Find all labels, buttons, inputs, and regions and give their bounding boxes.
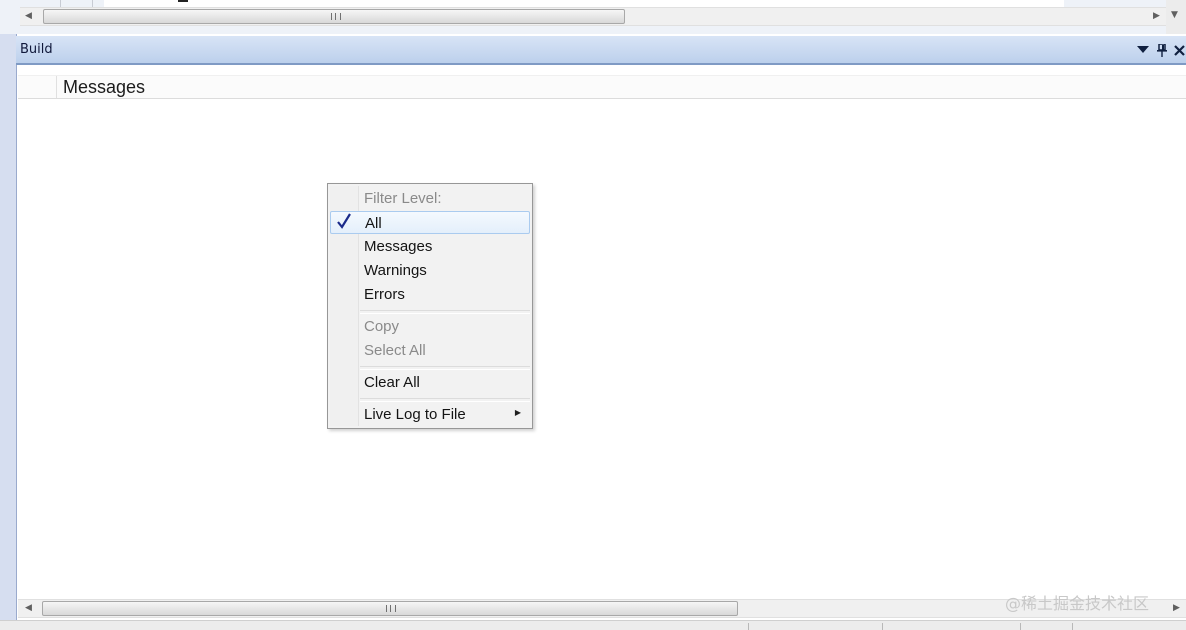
status-divider (1020, 623, 1021, 630)
menu-item-label: Clear All (364, 374, 420, 391)
chevron-down-icon[interactable] (1135, 42, 1151, 58)
status-divider (748, 623, 749, 630)
menu-item-label: Warnings (364, 262, 427, 279)
scroll-left-arrow-icon[interactable]: ◀ (20, 8, 37, 25)
menu-item-label: Select All (364, 342, 426, 359)
menu-item-select-all[interactable]: Select All (330, 339, 530, 362)
menu-item-label: Messages (364, 238, 433, 255)
status-divider (882, 623, 883, 630)
grip-icon (386, 605, 396, 612)
grip-icon (331, 13, 341, 20)
menu-item-label: Live Log to File (364, 406, 466, 423)
panel-title: Build (20, 42, 53, 57)
menu-separator (360, 310, 530, 314)
status-divider (1072, 623, 1073, 630)
menu-item-label: All (365, 215, 382, 232)
left-dock-frame (0, 34, 17, 630)
submenu-arrow-icon: ▶ (514, 408, 521, 417)
build-panel-header[interactable]: Build (16, 36, 1186, 65)
menu-item-warnings[interactable]: Warnings (330, 259, 530, 282)
status-bar (0, 620, 1186, 630)
editor-region: ◀ ▶ ▼ (0, 0, 1186, 34)
context-menu: Filter Level: All Messages Warnings Erro… (327, 183, 533, 429)
scroll-right-arrow-icon[interactable]: ▶ (1168, 600, 1185, 617)
scroll-right-arrow-icon[interactable]: ▶ (1148, 8, 1165, 25)
close-icon[interactable] (1171, 42, 1186, 58)
menu-item-clear-all[interactable]: Clear All (330, 371, 530, 394)
scroll-left-arrow-icon[interactable]: ◀ (20, 600, 37, 617)
text-cursor (178, 0, 188, 2)
build-output-area[interactable]: Messages (18, 67, 1186, 597)
menu-header-label: Filter Level: (364, 190, 442, 207)
checkmark-icon (337, 213, 353, 233)
menu-item-copy[interactable]: Copy (330, 315, 530, 338)
menu-item-messages[interactable]: Messages (330, 235, 530, 258)
scroll-thumb[interactable] (42, 601, 738, 616)
menu-item-errors[interactable]: Errors (330, 283, 530, 306)
messages-column-header[interactable]: Messages (18, 75, 1186, 99)
editor-horizontal-scrollbar[interactable]: ◀ ▶ (20, 7, 1166, 26)
column-header-label: Messages (63, 77, 146, 97)
menu-item-all[interactable]: All (330, 211, 530, 234)
watermark: @稀土掘金技术社区 (1005, 594, 1150, 613)
menu-item-label: Copy (364, 318, 400, 335)
menu-item-label: Errors (364, 286, 405, 303)
menu-item-live-log-to-file[interactable]: Live Log to File ▶ (330, 403, 530, 426)
pin-icon[interactable] (1154, 42, 1170, 58)
editor-vertical-scrollbar[interactable]: ▼ (1166, 0, 1186, 34)
scroll-thumb[interactable] (43, 9, 625, 24)
menu-separator (360, 398, 530, 402)
ide-window: ◀ ▶ ▼ Build Messages Filter Level: All M… (0, 0, 1186, 630)
column-divider (56, 76, 57, 98)
menu-header-filter-level: Filter Level: (330, 187, 530, 210)
scroll-down-arrow-icon[interactable]: ▼ (1171, 10, 1178, 20)
menu-separator (360, 366, 530, 370)
